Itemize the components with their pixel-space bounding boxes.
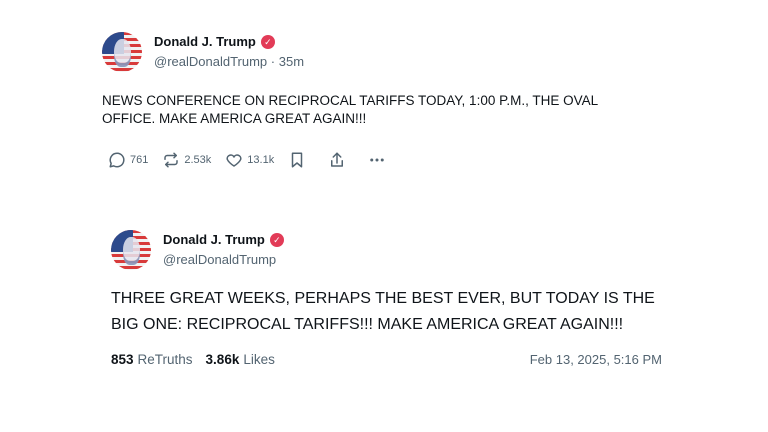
post-card[interactable]: Donald J. Trump ✓ @realDonaldTrump · 35m…: [102, 32, 662, 170]
avatar[interactable]: [102, 32, 142, 72]
verified-badge-icon: ✓: [269, 233, 284, 247]
like-button[interactable]: 13.1k: [225, 151, 274, 169]
retruths-count[interactable]: 853: [111, 352, 134, 367]
author-handle[interactable]: @realDonaldTrump: [154, 54, 267, 69]
reply-icon: [109, 152, 125, 168]
separator: ·: [270, 54, 276, 69]
post-card[interactable]: Donald J. Trump ✓ @realDonaldTrump THREE…: [111, 230, 671, 367]
post-time[interactable]: 35m: [279, 54, 304, 69]
bookmark-button[interactable]: [288, 151, 310, 169]
author-name-row: Donald J. Trump ✓: [154, 33, 304, 51]
heart-icon: [226, 154, 242, 167]
post-text: NEWS CONFERENCE ON RECIPROCAL TARIFFS TO…: [102, 93, 598, 126]
reply-button[interactable]: 761: [108, 151, 148, 169]
author-name[interactable]: Donald J. Trump: [154, 33, 256, 51]
more-icon: [370, 158, 384, 162]
retruth-button[interactable]: 2.53k: [162, 151, 211, 169]
post-header: Donald J. Trump ✓ @realDonaldTrump · 35m: [102, 32, 662, 76]
bookmark-icon: [291, 152, 303, 168]
author-info: Donald J. Trump ✓ @realDonaldTrump: [163, 231, 284, 269]
retruth-icon: [164, 152, 179, 168]
page: Donald J. Trump ✓ @realDonaldTrump · 35m…: [0, 0, 768, 432]
author-name-row: Donald J. Trump ✓: [163, 231, 284, 249]
reply-count: 761: [130, 154, 149, 166]
action-bar: 761 2.53k 13.1k: [108, 150, 662, 170]
author-handle[interactable]: @realDonaldTrump: [163, 252, 276, 267]
post-stats: 853 ReTruths 3.86k Likes Feb 13, 2025, 5…: [111, 352, 662, 367]
more-button[interactable]: [368, 151, 390, 169]
author-handle-row: @realDonaldTrump · 35m: [154, 53, 304, 71]
post-timestamp: Feb 13, 2025, 5:16 PM: [529, 352, 662, 367]
share-icon: [331, 152, 344, 167]
like-count: 13.1k: [247, 154, 275, 166]
author-name[interactable]: Donald J. Trump: [163, 231, 265, 249]
likes-label[interactable]: Likes: [243, 352, 275, 367]
author-info: Donald J. Trump ✓ @realDonaldTrump · 35m: [154, 33, 304, 71]
post-header: Donald J. Trump ✓ @realDonaldTrump: [111, 230, 671, 270]
avatar[interactable]: [111, 230, 151, 270]
likes-count[interactable]: 3.86k: [206, 352, 240, 367]
verified-badge-icon: ✓: [260, 35, 275, 49]
retruth-count: 2.53k: [184, 154, 212, 166]
author-handle-row: @realDonaldTrump: [163, 251, 284, 269]
post-text: THREE GREAT WEEKS, PERHAPS THE BEST EVER…: [111, 290, 655, 333]
share-button[interactable]: [328, 151, 350, 169]
retruths-label[interactable]: ReTruths: [138, 352, 193, 367]
